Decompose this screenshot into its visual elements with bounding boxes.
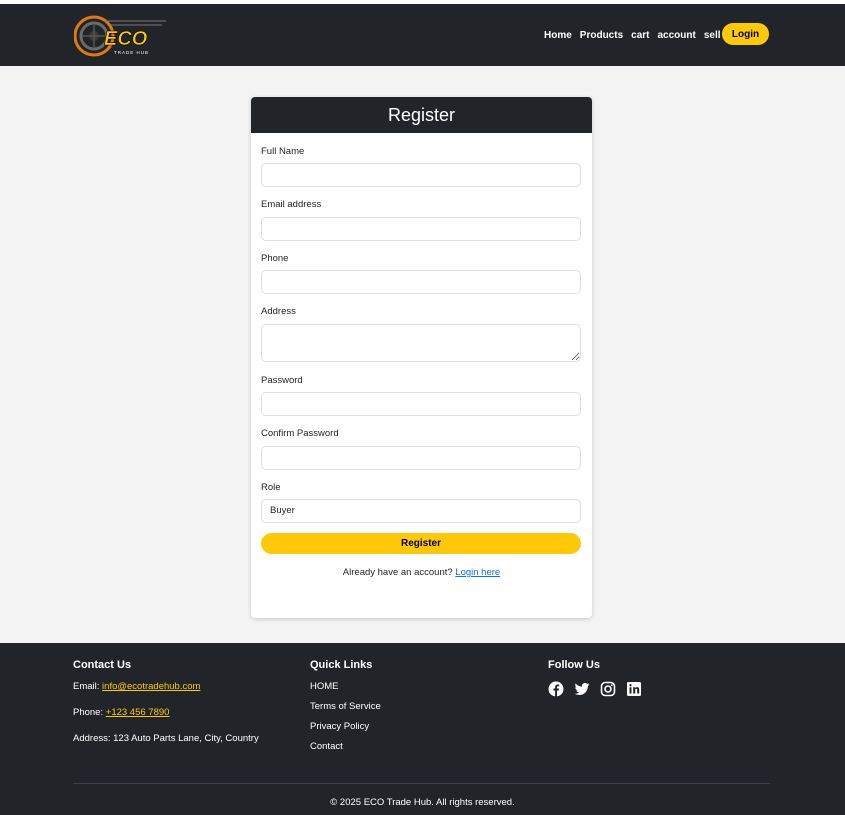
linkedin-icon[interactable] [626,681,642,697]
signin-prompt: Already have an account? [342,567,453,578]
address-textarea[interactable] [261,324,581,362]
eco-trade-hub-logo[interactable]: ECO TRADE HUB [74,13,172,59]
nav-cart[interactable]: cart [631,30,649,41]
nav-links: Home Products cart account sell [544,30,729,41]
social-icons [548,681,642,697]
nav-account[interactable]: account [658,30,696,41]
contact-email-line: Email: info@ecotradehub.com [73,681,259,692]
contact-column: Contact Us Email: info@ecotradehub.com P… [73,659,259,759]
quick-link-contact[interactable]: Contact [310,741,381,752]
follow-column: Follow Us [548,659,642,697]
footer: Contact Us Email: info@ecotradehub.com P… [0,643,845,815]
phone-input[interactable] [261,270,581,294]
nav-home[interactable]: Home [544,30,572,41]
password-input[interactable] [261,392,581,416]
password-label: Password [261,375,303,386]
follow-title: Follow Us [548,659,600,671]
register-title: Register [251,97,592,133]
login-button[interactable]: Login [722,23,769,45]
email-link[interactable]: info@ecotradehub.com [102,681,200,692]
footer-divider [73,783,770,784]
role-select[interactable]: Buyer [261,499,581,523]
logo-subtext: TRADE HUB [114,50,149,55]
address-label: Address [261,306,296,317]
facebook-icon[interactable] [548,681,564,697]
confirm-password-label: Confirm Password [261,428,339,439]
nav-sell[interactable]: sell [704,30,721,41]
quick-link-privacy[interactable]: Privacy Policy [310,721,381,732]
quick-links-column: Quick Links HOME Terms of Service Privac… [310,659,381,761]
navbar: ECO TRADE HUB Home Products cart account… [0,4,845,66]
role-label: Role [261,482,281,493]
login-here-link[interactable]: Login here [455,567,500,578]
signin-line: Already have an account? Login here [251,567,592,578]
logo-text: ECO [104,28,148,50]
full-name-label: Full Name [261,146,305,157]
contact-title: Contact Us [73,659,132,671]
twitter-icon[interactable] [574,681,590,697]
quick-links-title: Quick Links [310,659,373,671]
quick-link-terms[interactable]: Terms of Service [310,701,381,712]
contact-address: Address: 123 Auto Parts Lane, City, Coun… [73,733,259,744]
phone-link[interactable]: +123 456 7890 [106,707,170,718]
email-label: Email address [261,199,322,210]
full-name-input[interactable] [261,163,581,187]
register-button[interactable]: Register [261,533,581,554]
contact-phone-line: Phone: +123 456 7890 [73,707,259,718]
phone-label: Phone: [73,707,104,718]
copyright-text: © 2025 ECO Trade Hub. All rights reserve… [330,797,515,808]
nav-products[interactable]: Products [580,30,623,41]
email-input[interactable] [261,217,581,241]
quick-link-home[interactable]: HOME [310,681,381,692]
email-label: Email: [73,681,100,692]
instagram-icon[interactable] [600,681,616,697]
confirm-password-input[interactable] [261,446,581,470]
register-card: Register Full Name Email address Phone A… [251,97,592,618]
phone-label: Phone [261,253,289,264]
